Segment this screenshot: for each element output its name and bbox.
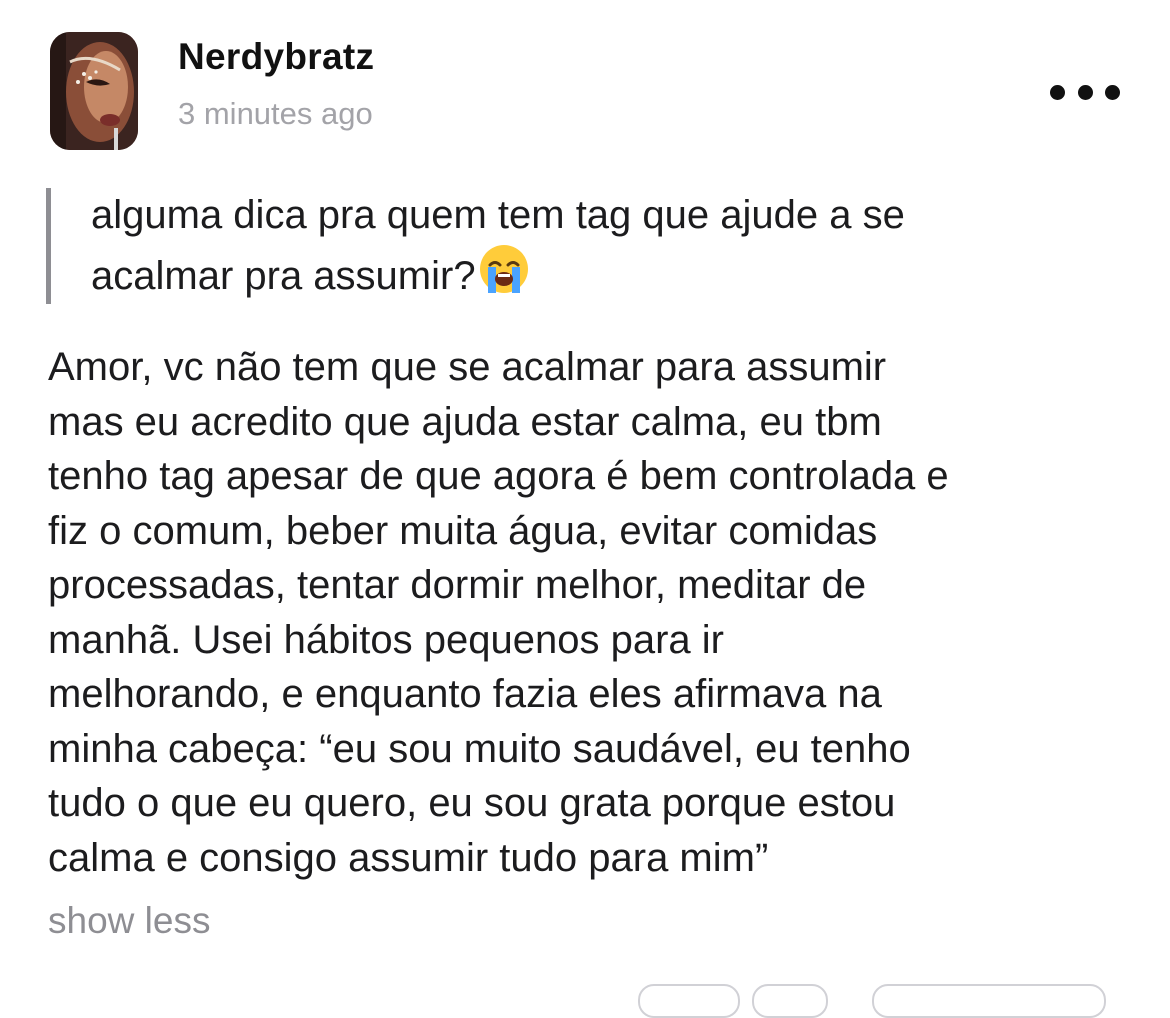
more-options-icon	[1077, 84, 1093, 100]
quote-line: acalmar pra assumir?	[91, 243, 1161, 304]
quote-line: alguma dica pra quem tem tag que ajude a…	[91, 193, 905, 237]
body-line: processadas, tentar dormir melhor, medit…	[48, 563, 867, 607]
author-name[interactable]: Nerdybratz	[178, 36, 374, 78]
post-timestamp: 3 minutes ago	[178, 96, 373, 131]
post-body: Amor, vc não tem que se acalmar para ass…	[48, 340, 1148, 885]
action-button[interactable]	[872, 984, 1106, 1018]
more-options-icon	[1105, 84, 1120, 100]
more-options-icon	[1050, 84, 1065, 100]
avatar-image	[50, 32, 138, 150]
body-line: fiz o comum, beber muita água, evitar co…	[48, 508, 878, 553]
body-line: mas eu acredito que ajuda estar calma, e…	[48, 399, 882, 444]
body-line: minha cabeça: “eu sou muito saudável, eu…	[48, 726, 911, 771]
avatar[interactable]	[50, 32, 138, 150]
body-line: tudo o que eu quero, eu sou grata porque…	[48, 781, 896, 825]
body-line: melhorando, e enquanto fazia eles afirma…	[48, 672, 882, 716]
more-options-button[interactable]	[1050, 80, 1120, 104]
quote-line-text: acalmar pra assumir?	[91, 254, 476, 298]
body-line: tenho tag apesar de que agora é bem cont…	[48, 454, 949, 498]
action-button[interactable]	[752, 984, 828, 1018]
body-line: manhã. Usei hábitos pequenos para ir	[48, 617, 724, 662]
body-line: Amor, vc não tem que se acalmar para ass…	[48, 345, 887, 389]
post-card: Nerdybratz 3 minutes ago alguma dica pra…	[0, 0, 1170, 1018]
action-button[interactable]	[638, 984, 740, 1018]
quoted-question: alguma dica pra quem tem tag que ajude a…	[46, 188, 1161, 304]
loudly-crying-face-icon	[479, 245, 528, 293]
show-less-link[interactable]: show less	[48, 900, 210, 942]
body-line: calma e consigo assumir tudo para mim”	[48, 835, 769, 880]
